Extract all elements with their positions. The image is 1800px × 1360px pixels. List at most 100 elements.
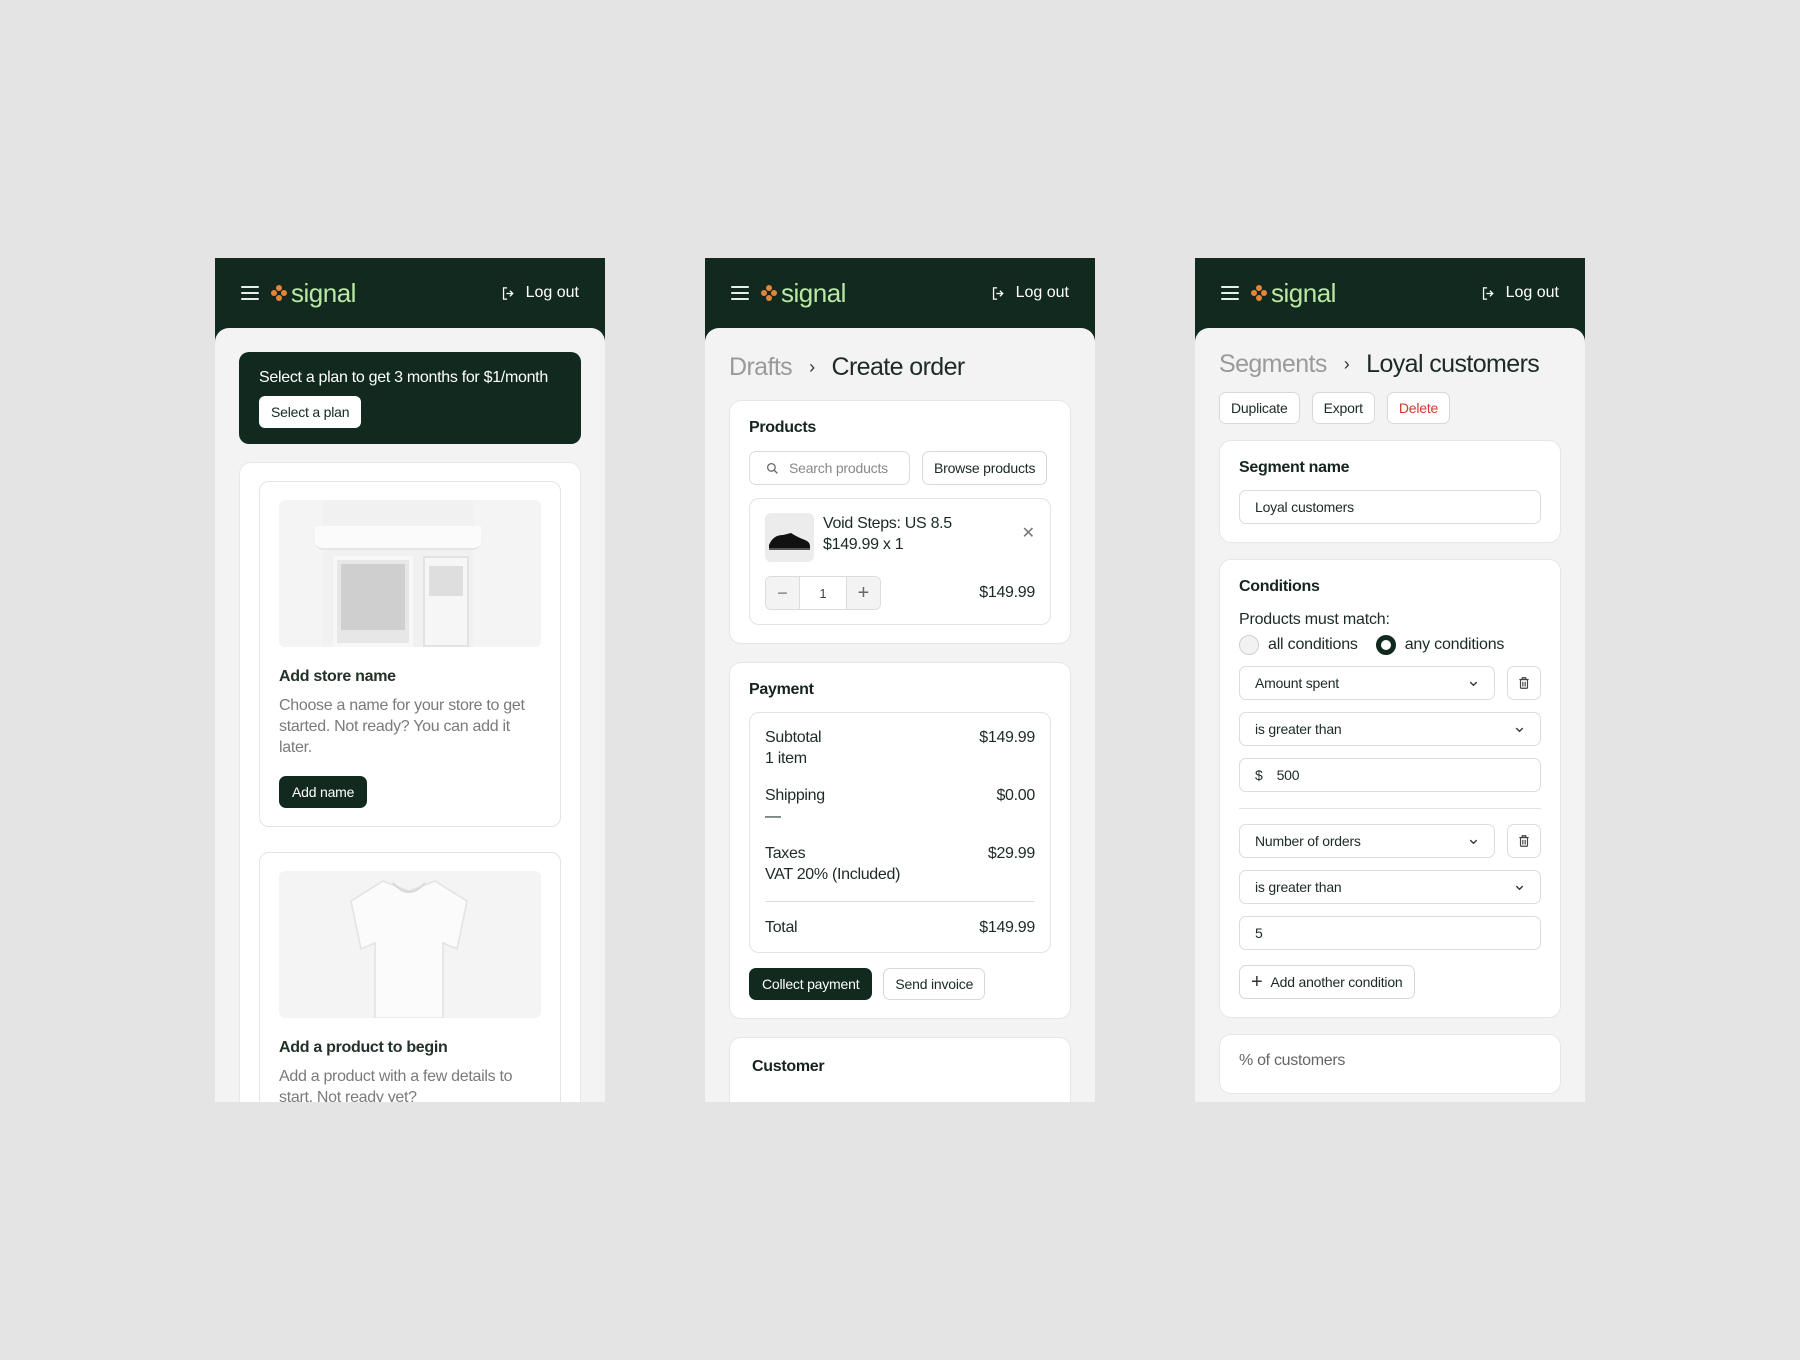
condition-rule: Number of orders is greater than 5 xyxy=(1239,824,1541,950)
select-value: is greater than xyxy=(1255,721,1342,737)
export-button[interactable]: Export xyxy=(1311,392,1375,424)
quantity-stepper: − 1 + xyxy=(765,576,881,610)
chevron-down-icon xyxy=(1469,839,1478,844)
add-condition-button[interactable]: + Add another condition xyxy=(1239,965,1415,999)
quantity-value[interactable]: 1 xyxy=(800,577,846,609)
breadcrumb-parent-link[interactable]: Drafts xyxy=(729,353,793,382)
input-value: 5 xyxy=(1255,925,1263,941)
phone-screen-create-order: signal Log out Drafts › Create order Pro… xyxy=(705,258,1095,1102)
segment-name-title: Segment name xyxy=(1239,459,1350,476)
condition-operator-select[interactable]: is greater than xyxy=(1239,712,1541,746)
collect-payment-button[interactable]: Collect payment xyxy=(749,968,873,1000)
decrement-button[interactable]: − xyxy=(766,577,800,609)
payment-summary: Subtotal 1 item $149.99 Shipping — $0.00 T… xyxy=(749,712,1051,953)
logo-text: signal xyxy=(781,277,846,308)
card-title: Add store name xyxy=(279,668,396,685)
logo: signal xyxy=(1251,278,1336,309)
top-bar: signal Log out xyxy=(215,258,605,328)
product-price-qty: $149.99 x 1 xyxy=(823,536,904,553)
logo-mark-icon xyxy=(761,285,777,301)
add-name-button[interactable]: Add name xyxy=(279,776,368,808)
add-product-card: Add a product to begin Add a product wit… xyxy=(259,852,561,1102)
logo: signal xyxy=(271,278,356,309)
promo-text: Select a plan to get 3 months for $1/mon… xyxy=(259,369,548,386)
breadcrumb-parent-link[interactable]: Segments xyxy=(1219,350,1327,379)
products-title: Products xyxy=(749,419,816,436)
select-plan-button[interactable]: Select a plan xyxy=(259,396,362,428)
condition-value-input[interactable]: $ 500 xyxy=(1239,758,1541,792)
logo-mark-icon xyxy=(271,285,287,301)
customers-percentage-title: % of customers xyxy=(1239,1052,1346,1069)
send-invoice-button[interactable]: Send invoice xyxy=(883,968,986,1000)
menu-icon[interactable] xyxy=(241,286,259,300)
search-icon xyxy=(766,462,778,474)
customer-title: Customer xyxy=(752,1058,825,1075)
shipping-row: Shipping — $0.00 xyxy=(765,785,1035,827)
payment-title: Payment xyxy=(749,681,814,698)
menu-icon[interactable] xyxy=(731,286,749,300)
phone-screen-onboarding: signal Log out Select a plan to get 3 mo… xyxy=(215,258,605,1102)
delete-condition-button[interactable] xyxy=(1507,824,1541,858)
customer-card: Customer xyxy=(729,1037,1071,1102)
logo: signal xyxy=(761,278,846,309)
card-description: Add a product with a few details to star… xyxy=(279,1068,513,1102)
payment-card: Payment Subtotal 1 item $149.99 Shipping —… xyxy=(729,662,1071,1019)
logo-mark-icon xyxy=(1251,285,1267,301)
top-bar: signal Log out xyxy=(1195,258,1585,328)
radio-any-conditions[interactable] xyxy=(1375,635,1396,655)
product-line-item: Void Steps: US 8.5 $149.99 x 1 ✕ − 1 + $… xyxy=(749,498,1051,625)
divider xyxy=(1239,808,1541,809)
radio-all-label: all conditions xyxy=(1268,636,1358,653)
card-title: Add a product to begin xyxy=(279,1039,448,1056)
delete-condition-button[interactable] xyxy=(1507,666,1541,700)
menu-icon[interactable] xyxy=(1221,286,1239,300)
breadcrumb: Drafts › Create order xyxy=(729,328,1071,400)
logo-text: signal xyxy=(291,277,356,308)
remove-product-icon[interactable]: ✕ xyxy=(1022,523,1035,543)
logout-icon xyxy=(992,286,1004,300)
select-value: Amount spent xyxy=(1255,675,1339,691)
row-sub: VAT 20% (Included) xyxy=(765,866,901,883)
row-label: Shipping xyxy=(765,787,825,804)
row-sub: — xyxy=(765,808,781,825)
logout-button[interactable]: Log out xyxy=(1480,284,1559,302)
logout-label: Log out xyxy=(1015,284,1069,301)
logout-button[interactable]: Log out xyxy=(990,284,1069,302)
match-label: Products must match: xyxy=(1239,611,1390,628)
select-value: is greater than xyxy=(1255,879,1342,895)
logout-icon xyxy=(1482,286,1494,300)
plus-icon: + xyxy=(1251,971,1263,993)
page-title: Loyal customers xyxy=(1366,349,1540,378)
condition-value-input[interactable]: 5 xyxy=(1239,916,1541,950)
currency-prefix: $ xyxy=(1255,767,1263,783)
chevron-down-icon xyxy=(1469,681,1478,686)
promo-banner: Select a plan to get 3 months for $1/mon… xyxy=(239,352,581,444)
products-card: Products Search products Browse products… xyxy=(729,400,1071,644)
logout-button[interactable]: Log out xyxy=(500,284,579,302)
product-thumbnail xyxy=(765,513,814,562)
page-title: Create order xyxy=(831,352,965,381)
top-bar: signal Log out xyxy=(705,258,1095,328)
duplicate-button[interactable]: Duplicate xyxy=(1219,392,1300,424)
storefront-image xyxy=(279,500,541,647)
condition-operator-select[interactable]: is greater than xyxy=(1239,870,1541,904)
browse-products-button[interactable]: Browse products xyxy=(922,451,1048,485)
customers-percentage-card: % of customers xyxy=(1219,1034,1561,1094)
segment-name-input[interactable]: Loyal customers xyxy=(1239,490,1541,524)
condition-field-select[interactable]: Amount spent xyxy=(1239,666,1495,700)
chevron-down-icon xyxy=(1515,727,1524,732)
condition-field-select[interactable]: Number of orders xyxy=(1239,824,1495,858)
trash-icon xyxy=(1519,835,1529,847)
tshirt-image xyxy=(279,871,541,1018)
increment-button[interactable]: + xyxy=(846,577,880,609)
chevron-down-icon xyxy=(1515,885,1524,890)
delete-button[interactable]: Delete xyxy=(1386,392,1451,424)
condition-rule: Amount spent is greater than $ 500 xyxy=(1239,666,1541,792)
radio-all-conditions[interactable] xyxy=(1239,635,1259,655)
conditions-title: Conditions xyxy=(1239,578,1320,595)
segment-name-card: Segment name Loyal customers xyxy=(1219,440,1561,543)
product-search-input[interactable]: Search products xyxy=(749,451,910,485)
radio-any-label: any conditions xyxy=(1404,636,1505,653)
chevron-right-icon: › xyxy=(809,356,815,377)
chevron-right-icon: › xyxy=(1343,353,1350,374)
